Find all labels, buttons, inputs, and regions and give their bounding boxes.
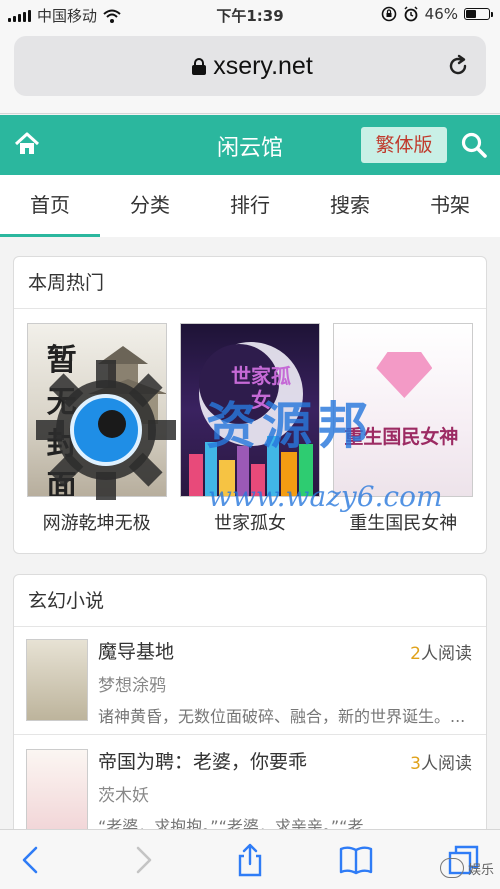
- book-cover[interactable]: 世家孤女: [179, 323, 320, 497]
- browser-address-area: xsery.net: [0, 30, 500, 114]
- corner-watermark-text: 娱乐: [467, 862, 494, 878]
- book-author: 梦想涂鸦: [98, 676, 166, 696]
- orientation-lock-icon: [381, 6, 396, 22]
- tab-rankings[interactable]: 排行: [200, 175, 300, 237]
- book-name[interactable]: 帝国为聘：老婆，你要乖: [98, 747, 307, 774]
- book-cover[interactable]: 重生国民女神: [333, 323, 474, 497]
- read-count: 3人阅读: [410, 749, 472, 774]
- book-author: 茨木妖: [98, 786, 149, 806]
- traditional-chinese-button[interactable]: 繁体版: [361, 127, 447, 163]
- fantasy-novels-panel: 玄幻小说 魔导基地 2人阅读 梦想涂鸦 诸神黄昏，无数位面破碎、融合，新的世界诞…: [13, 574, 487, 854]
- book-name[interactable]: 魔导基地: [98, 637, 174, 664]
- weekly-hot-panel: 本周热门 暂无封面 网游乾坤无极 世家孤女 世家孤女 重生国民女神 重生国民女神: [13, 256, 487, 554]
- site-header: 闲云馆 繁体版: [0, 115, 500, 175]
- tab-search[interactable]: 搜索: [300, 175, 400, 237]
- read-count-number: 3: [410, 754, 421, 774]
- read-count-suffix: 人阅读: [421, 754, 472, 774]
- corner-watermark: 娱乐: [439, 858, 494, 878]
- tab-home[interactable]: 首页: [0, 175, 100, 237]
- search-icon[interactable]: [460, 131, 488, 159]
- forward-icon[interactable]: [124, 842, 160, 878]
- section-title: 玄幻小说: [14, 575, 486, 627]
- book-card[interactable]: 暂无封面 网游乾坤无极: [26, 323, 167, 535]
- cover-text: 世家孤女: [230, 364, 291, 412]
- gem-graphic: [376, 352, 433, 398]
- book-cover[interactable]: 暂无封面: [26, 323, 167, 497]
- read-count: 2人阅读: [410, 639, 472, 664]
- back-icon[interactable]: [14, 842, 50, 878]
- read-count-number: 2: [410, 644, 421, 664]
- battery-icon: [464, 8, 493, 20]
- tab-categories[interactable]: 分类: [100, 175, 200, 237]
- main-nav: 首页 分类 排行 搜索 书架: [0, 175, 500, 237]
- book-card[interactable]: 世家孤女 世家孤女: [179, 323, 320, 535]
- cover-art: [87, 346, 166, 424]
- url-text[interactable]: xsery.net: [14, 52, 486, 81]
- alarm-icon: [404, 6, 418, 22]
- chat-bubble-icon: [439, 858, 464, 878]
- address-bar[interactable]: xsery.net: [14, 36, 486, 96]
- reload-icon[interactable]: [446, 54, 470, 78]
- tab-bookshelf[interactable]: 书架: [400, 175, 500, 237]
- cover-text: 重生国民女神: [344, 426, 459, 448]
- battery-percent: 46%: [424, 5, 458, 23]
- book-title[interactable]: 世家孤女: [180, 509, 320, 535]
- read-count-suffix: 人阅读: [421, 644, 472, 664]
- status-bar: 中国移动 下午1:39 46%: [0, 0, 500, 30]
- bookmarks-icon[interactable]: [338, 842, 374, 878]
- section-title: 本周热门: [14, 257, 486, 309]
- list-item[interactable]: 魔导基地 2人阅读 梦想涂鸦 诸神黄昏，无数位面破碎、融合，新的世界诞生。...: [14, 627, 486, 735]
- browser-toolbar: [0, 829, 500, 889]
- book-card[interactable]: 重生国民女神 重生国民女神: [333, 323, 474, 535]
- book-thumbnail[interactable]: [26, 749, 88, 831]
- book-title[interactable]: 重生国民女神: [333, 509, 473, 535]
- share-icon[interactable]: [232, 842, 268, 878]
- book-thumbnail[interactable]: [26, 639, 88, 721]
- book-title[interactable]: 网游乾坤无极: [27, 509, 167, 535]
- book-description: 诸神黄昏，无数位面破碎、融合，新的世界诞生。...: [98, 707, 466, 726]
